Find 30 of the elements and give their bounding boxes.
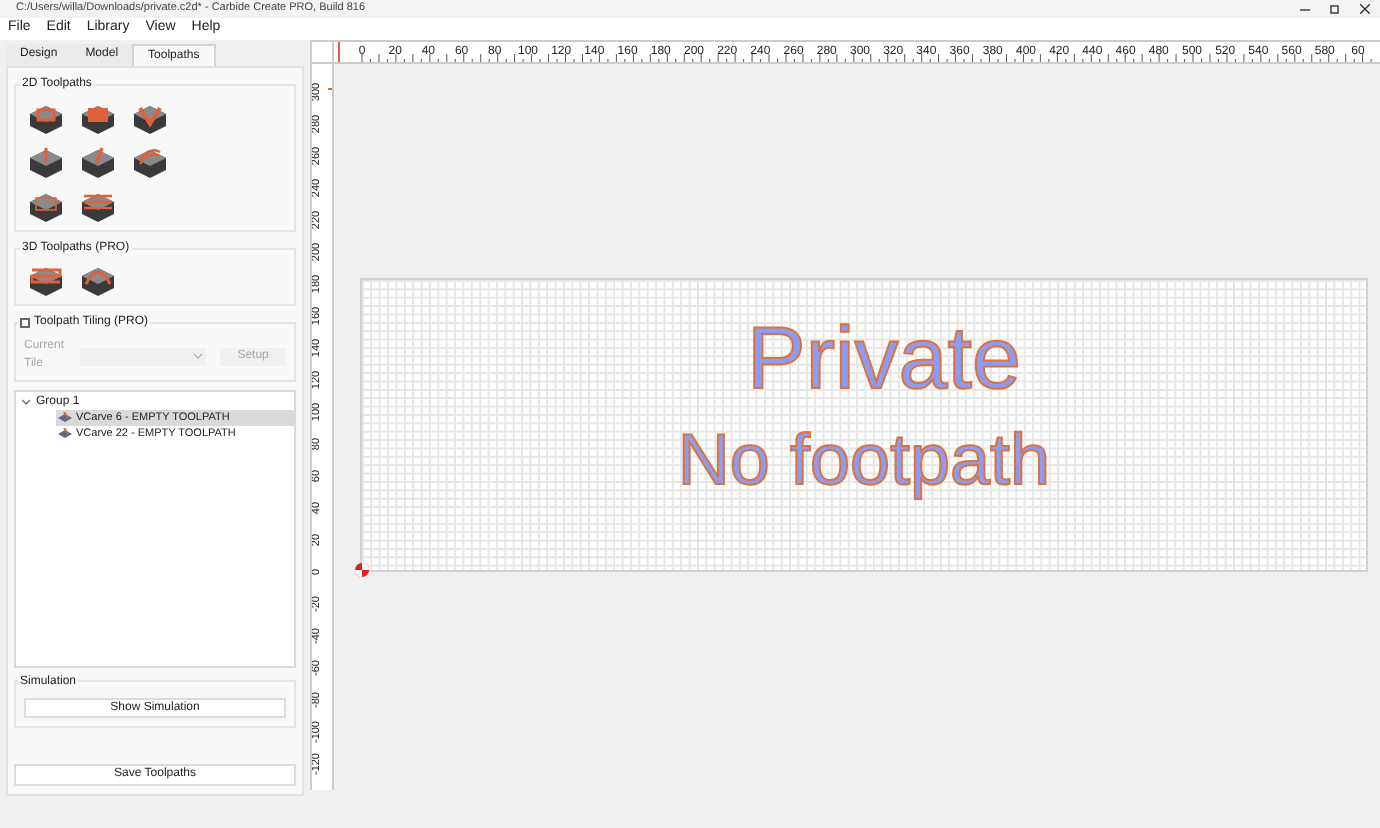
toolpath-button[interactable] — [130, 100, 170, 136]
toolpath-button[interactable] — [26, 262, 66, 298]
milling-block-icon — [26, 263, 66, 297]
milling-block-icon — [78, 101, 118, 135]
restore-icon[interactable] — [1330, 4, 1340, 14]
chevron-icon[interactable] — [22, 398, 30, 406]
milling-block-icon — [130, 145, 170, 179]
toolpath-button[interactable] — [26, 100, 66, 136]
vcarve-icon — [58, 428, 72, 440]
vcarve-icon — [58, 412, 72, 424]
minimize-icon[interactable] — [1300, 4, 1310, 14]
toolpath-button[interactable] — [26, 188, 66, 224]
milling-block-icon — [26, 189, 66, 223]
toolpath-button[interactable] — [26, 144, 66, 180]
toolpath-button[interactable] — [78, 262, 118, 298]
toolpath-button[interactable] — [78, 144, 118, 180]
toolpath-button[interactable] — [130, 144, 170, 180]
outlined-text: Private — [747, 316, 1021, 404]
outlined-text: No footpath — [677, 424, 1051, 496]
close-icon[interactable] — [1360, 4, 1370, 14]
milling-block-icon — [78, 189, 118, 223]
milling-block-icon — [130, 101, 170, 135]
toolpath-button[interactable] — [78, 188, 118, 224]
milling-block-icon — [78, 263, 118, 297]
milling-block-icon — [26, 101, 66, 135]
milling-block-icon — [78, 145, 118, 179]
milling-block-icon — [26, 145, 66, 179]
toolpath-button[interactable] — [78, 100, 118, 136]
chevron-icon — [194, 353, 203, 359]
origin-marker — [338, 42, 340, 62]
